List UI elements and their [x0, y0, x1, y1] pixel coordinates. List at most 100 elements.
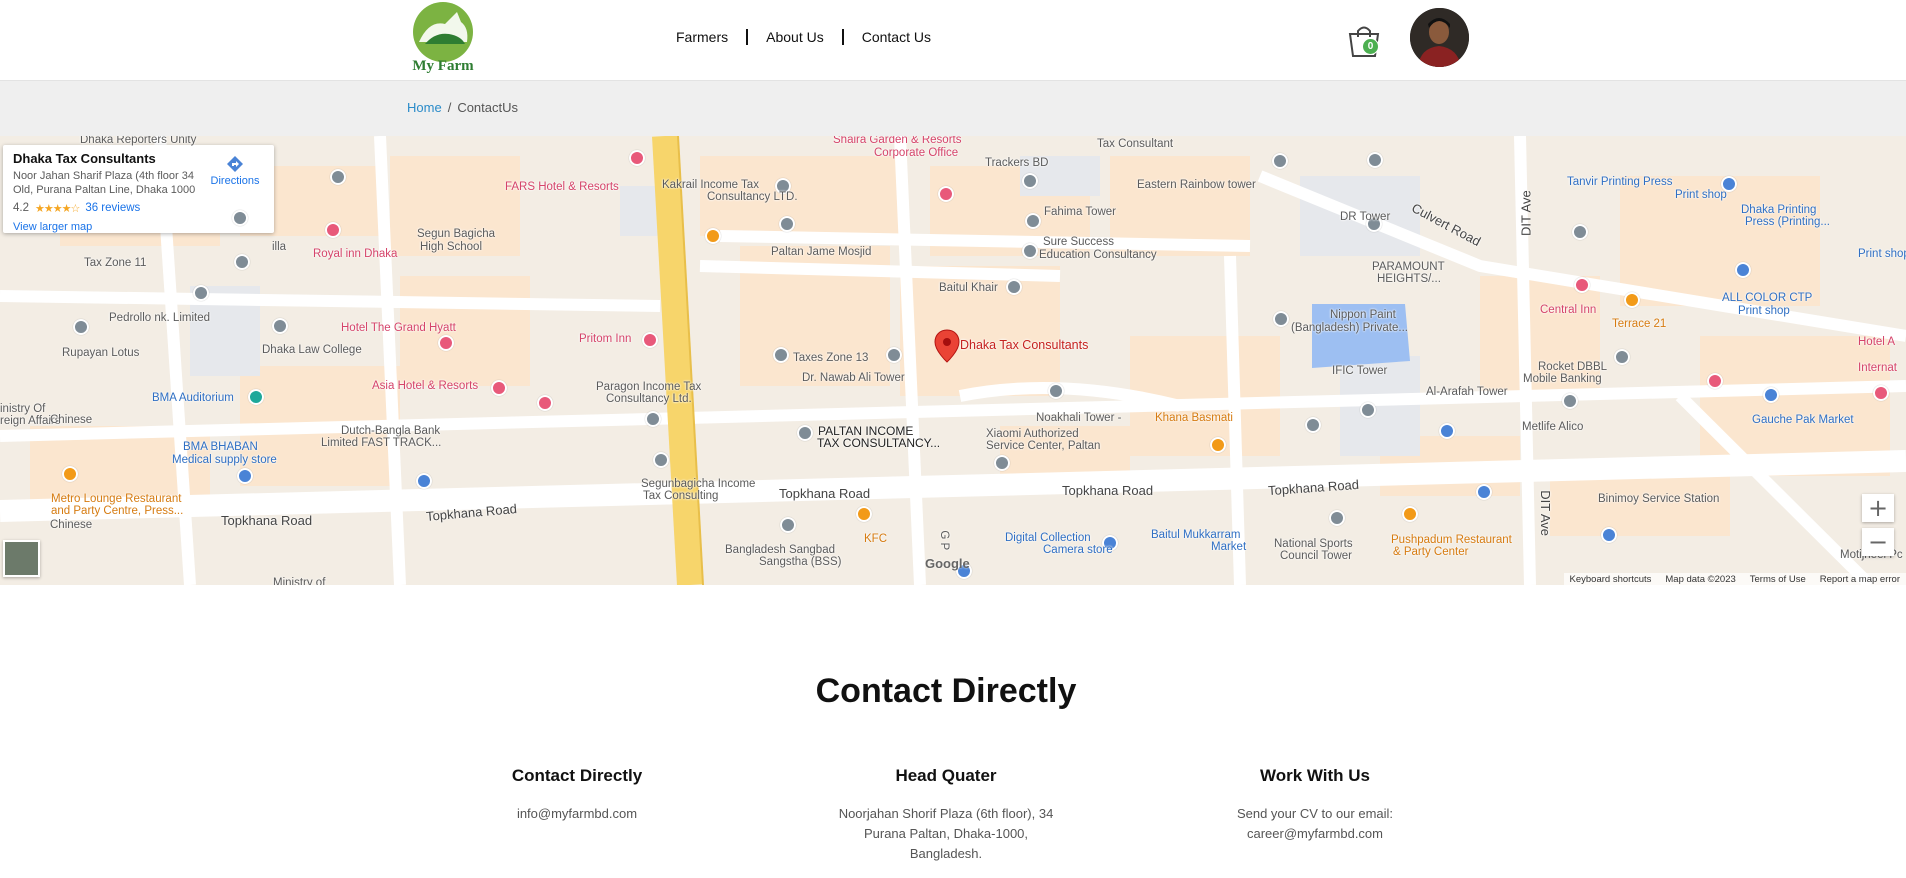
- shop-pin-icon[interactable]: [1439, 423, 1455, 439]
- road-label: Topkhana Road: [779, 486, 871, 501]
- poi-pin-icon[interactable]: [1273, 311, 1289, 327]
- poi-pin-icon[interactable]: [232, 210, 248, 226]
- shop-pin-icon[interactable]: [1735, 262, 1751, 278]
- poi-pin-icon[interactable]: [1025, 213, 1041, 229]
- hotel-pin-icon[interactable]: [1873, 385, 1889, 401]
- terms-link[interactable]: Terms of Use: [1750, 574, 1806, 585]
- hotel-pin-icon[interactable]: [537, 395, 553, 411]
- hotel-pin-icon[interactable]: [938, 186, 954, 202]
- poi-pin-icon[interactable]: [1272, 153, 1288, 169]
- work-column: Work With Us Send your CV to our email: …: [1165, 766, 1465, 844]
- hotel-pin-icon[interactable]: [629, 150, 645, 166]
- poi-pin-icon[interactable]: [193, 285, 209, 301]
- user-avatar[interactable]: [1410, 8, 1469, 67]
- poi-pin-icon[interactable]: [645, 411, 661, 427]
- map-label: Binimoy Service Station: [1598, 493, 1720, 505]
- map-label: Dhaka Reporters Unity: [80, 136, 197, 146]
- directions-label: Directions: [210, 175, 260, 187]
- poi-pin-icon[interactable]: [1367, 152, 1383, 168]
- restaurant-pin-icon[interactable]: [1210, 437, 1226, 453]
- restaurant-pin-icon[interactable]: [1624, 292, 1640, 308]
- shop-pin-icon[interactable]: [1601, 527, 1617, 543]
- poi-pin-icon[interactable]: [779, 216, 795, 232]
- main-nav: Farmers About Us Contact Us: [676, 25, 931, 49]
- venue-pin-icon[interactable]: [248, 389, 264, 405]
- hq-column: Head Quater Noorjahan Shorif Plaza (6th …: [796, 766, 1096, 864]
- poi-pin-icon[interactable]: [797, 425, 813, 441]
- map-label: ALL COLOR CTP: [1722, 292, 1813, 304]
- hotel-pin-icon[interactable]: [642, 332, 658, 348]
- shop-pin-icon[interactable]: [416, 473, 432, 489]
- hotel-pin-icon[interactable]: [1574, 277, 1590, 293]
- nav-farmers[interactable]: Farmers: [676, 29, 728, 45]
- reviews-link[interactable]: 36 reviews: [85, 202, 140, 214]
- shop-pin-icon[interactable]: [1476, 484, 1492, 500]
- zoom-in-button[interactable]: +: [1862, 494, 1894, 522]
- embedded-map[interactable]: Dhaka Tax Consultants Noor Jahan Sharif …: [0, 136, 1906, 585]
- address-line: Purana Paltan, Dhaka-1000,: [863, 826, 1029, 841]
- map-label: Asia Hotel & Resorts: [372, 380, 479, 392]
- road-label: DIT Ave: [1518, 190, 1534, 237]
- poi-pin-icon[interactable]: [1562, 393, 1578, 409]
- directions-button[interactable]: Directions: [210, 155, 260, 187]
- view-larger-map-link[interactable]: View larger map: [13, 221, 264, 233]
- map-label: Tanvir Printing Press: [1567, 176, 1673, 188]
- map-label: Trackers BD: [985, 157, 1049, 169]
- nav-about-us[interactable]: About Us: [766, 29, 824, 45]
- poi-pin-icon[interactable]: [780, 517, 796, 533]
- poi-pin-icon[interactable]: [994, 455, 1010, 471]
- map-label: National Sports: [1274, 538, 1353, 550]
- map-label: Tax Consultant: [1097, 138, 1174, 150]
- map-label: Noakhali Tower -: [1036, 412, 1122, 424]
- poi-pin-icon[interactable]: [773, 347, 789, 363]
- career-email[interactable]: career@myfarmbd.com: [1165, 824, 1465, 844]
- restaurant-pin-icon[interactable]: [856, 506, 872, 522]
- directions-icon: [227, 156, 243, 172]
- poi-pin-icon[interactable]: [1329, 510, 1345, 526]
- avatar-photo-icon: [1410, 8, 1469, 67]
- map-label: Mobile Banking: [1523, 373, 1602, 385]
- hotel-pin-icon[interactable]: [325, 222, 341, 238]
- map-label: Hotel The Grand Hyatt: [341, 322, 456, 334]
- map-label: Rupayan Lotus: [62, 347, 140, 359]
- farm-logo-icon[interactable]: My Farm: [405, 2, 481, 74]
- map-label: Hotel A: [1858, 336, 1896, 348]
- poi-pin-icon[interactable]: [272, 318, 288, 334]
- report-error-link[interactable]: Report a map error: [1820, 574, 1900, 585]
- hotel-pin-icon[interactable]: [1707, 373, 1723, 389]
- poi-pin-icon[interactable]: [1006, 279, 1022, 295]
- poi-pin-icon[interactable]: [1022, 173, 1038, 189]
- poi-pin-icon[interactable]: [1572, 224, 1588, 240]
- poi-pin-icon[interactable]: [1305, 417, 1321, 433]
- map-label: High School: [420, 241, 483, 253]
- map-layers-button[interactable]: [3, 540, 40, 577]
- restaurant-pin-icon[interactable]: [62, 466, 78, 482]
- shop-pin-icon[interactable]: [237, 468, 253, 484]
- address-line: Noorjahan Shorif Plaza (6th floor), 34: [838, 806, 1054, 821]
- nav-contact-us[interactable]: Contact Us: [862, 29, 931, 45]
- poi-pin-icon[interactable]: [1360, 402, 1376, 418]
- keyboard-shortcuts-link[interactable]: Keyboard shortcuts: [1570, 574, 1652, 585]
- place-address: Noor Jahan Sharif Plaza (4th floor 34 Ol…: [13, 170, 196, 196]
- poi-pin-icon[interactable]: [886, 347, 902, 363]
- hotel-pin-icon[interactable]: [438, 335, 454, 351]
- map-label: Press (Printing...: [1745, 216, 1830, 228]
- breadcrumb-home[interactable]: Home: [407, 100, 442, 115]
- poi-pin-icon[interactable]: [1022, 243, 1038, 259]
- location-marker-icon[interactable]: [934, 329, 960, 363]
- restaurant-pin-icon[interactable]: [705, 228, 721, 244]
- map-label: Ministry of: [273, 577, 326, 585]
- map-label: Consultancy Ltd.: [606, 393, 692, 405]
- contact-email[interactable]: info@myfarmbd.com: [427, 804, 727, 824]
- shop-pin-icon[interactable]: [1763, 387, 1779, 403]
- poi-pin-icon[interactable]: [234, 254, 250, 270]
- google-logo: Google: [925, 556, 970, 571]
- poi-pin-icon[interactable]: [1614, 349, 1630, 365]
- poi-pin-icon[interactable]: [330, 169, 346, 185]
- zoom-out-button[interactable]: −: [1862, 528, 1894, 556]
- hotel-pin-icon[interactable]: [491, 380, 507, 396]
- poi-pin-icon[interactable]: [1048, 383, 1064, 399]
- poi-pin-icon[interactable]: [73, 319, 89, 335]
- restaurant-pin-icon[interactable]: [1402, 506, 1418, 522]
- poi-pin-icon[interactable]: [653, 452, 669, 468]
